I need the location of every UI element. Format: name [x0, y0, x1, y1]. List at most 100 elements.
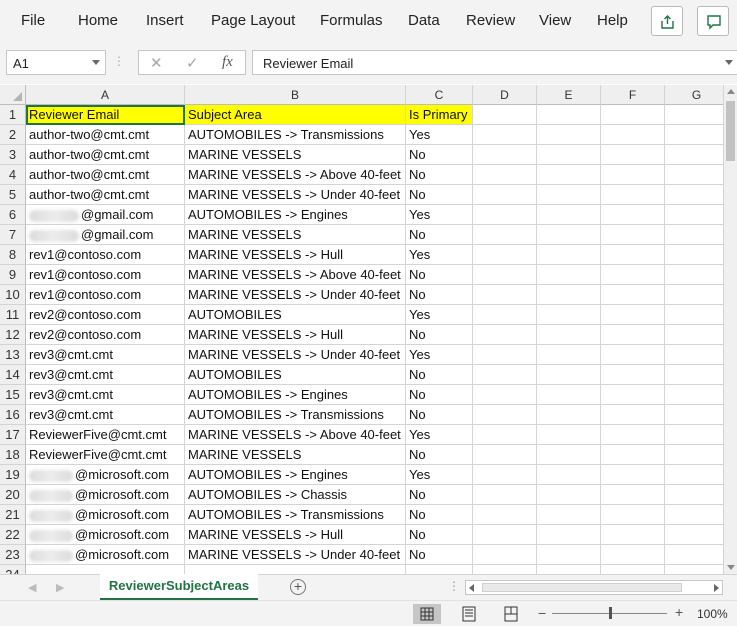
- cell-empty[interactable]: [665, 385, 729, 405]
- cell-empty[interactable]: [537, 205, 601, 225]
- cell-is-primary[interactable]: No: [406, 365, 473, 385]
- vertical-scrollbar[interactable]: [723, 85, 737, 574]
- cell-empty[interactable]: [473, 485, 537, 505]
- cell-empty[interactable]: [665, 265, 729, 285]
- cell-empty[interactable]: [665, 405, 729, 425]
- cell-reviewer-email[interactable]: rev3@cmt.cmt: [26, 365, 185, 385]
- cell-empty[interactable]: [665, 545, 729, 565]
- cell-subject-area[interactable]: AUTOMOBILES -> Transmissions: [185, 505, 406, 525]
- cell-empty[interactable]: [665, 465, 729, 485]
- cell-empty[interactable]: [665, 485, 729, 505]
- cell-reviewer-email[interactable]: rev1@contoso.com: [26, 285, 185, 305]
- zoom-level[interactable]: 100%: [697, 607, 728, 621]
- cell-empty[interactable]: [601, 445, 665, 465]
- row-header[interactable]: 11: [0, 305, 26, 325]
- cell-reviewer-email[interactable]: author-two@cmt.cmt: [26, 145, 185, 165]
- horizontal-scroll-thumb[interactable]: [482, 583, 682, 592]
- cell-empty[interactable]: [473, 205, 537, 225]
- cell-reviewer-email[interactable]: @microsoft.com: [26, 465, 185, 485]
- cell-subject-area[interactable]: MARINE VESSELS -> Above 40-feet: [185, 425, 406, 445]
- menu-data[interactable]: Data: [408, 12, 440, 29]
- column-header-d[interactable]: D: [473, 85, 537, 105]
- cell-empty[interactable]: [537, 505, 601, 525]
- cell-subject-area[interactable]: MARINE VESSELS: [185, 445, 406, 465]
- row-header[interactable]: 12: [0, 325, 26, 345]
- cell-is-primary[interactable]: No: [406, 445, 473, 465]
- zoom-slider-thumb[interactable]: [609, 607, 612, 619]
- cell-empty[interactable]: [665, 525, 729, 545]
- menu-page-layout[interactable]: Page Layout: [211, 12, 295, 29]
- expand-formula-icon[interactable]: [725, 60, 733, 65]
- cell-subject-area[interactable]: MARINE VESSELS: [185, 145, 406, 165]
- next-sheet-icon[interactable]: ▶: [56, 581, 64, 594]
- column-header-e[interactable]: E: [537, 85, 601, 105]
- cell-empty[interactable]: [601, 285, 665, 305]
- row-header[interactable]: 8: [0, 245, 26, 265]
- cell-empty[interactable]: [537, 185, 601, 205]
- cell-subject-area[interactable]: AUTOMOBILES: [185, 365, 406, 385]
- cell-is-primary[interactable]: No: [406, 285, 473, 305]
- cell-is-primary[interactable]: Yes: [406, 345, 473, 365]
- cell-reviewer-email[interactable]: author-two@cmt.cmt: [26, 185, 185, 205]
- name-box[interactable]: A1: [6, 50, 106, 75]
- vertical-scroll-thumb[interactable]: [726, 101, 735, 161]
- column-header-f[interactable]: F: [601, 85, 665, 105]
- cell-subject-area[interactable]: MARINE VESSELS -> Under 40-feet: [185, 345, 406, 365]
- cell-empty[interactable]: [601, 565, 665, 574]
- cell-empty[interactable]: [665, 325, 729, 345]
- row-header[interactable]: 9: [0, 265, 26, 285]
- cell-subject-area[interactable]: MARINE VESSELS -> Under 40-feet: [185, 185, 406, 205]
- cell-empty[interactable]: [665, 425, 729, 445]
- cell-empty[interactable]: [601, 525, 665, 545]
- insert-function-icon[interactable]: fx: [222, 54, 233, 71]
- header-cell-is-primary[interactable]: Is Primary: [406, 105, 473, 125]
- row-header[interactable]: 13: [0, 345, 26, 365]
- menu-help[interactable]: Help: [597, 12, 628, 29]
- cell-is-primary[interactable]: Yes: [406, 245, 473, 265]
- cell-is-primary[interactable]: No: [406, 325, 473, 345]
- row-header[interactable]: 22: [0, 525, 26, 545]
- cell-subject-area[interactable]: AUTOMOBILES -> Engines: [185, 465, 406, 485]
- cell-empty[interactable]: [665, 245, 729, 265]
- column-header-b[interactable]: B: [185, 85, 406, 105]
- enter-icon[interactable]: ✓: [186, 54, 199, 72]
- cell-empty[interactable]: [473, 505, 537, 525]
- cell-empty[interactable]: [473, 125, 537, 145]
- cell-is-primary[interactable]: No: [406, 145, 473, 165]
- cell-empty[interactable]: [473, 425, 537, 445]
- cell-subject-area[interactable]: MARINE VESSELS -> Under 40-feet: [185, 285, 406, 305]
- cell-empty[interactable]: [537, 485, 601, 505]
- row-header[interactable]: 4: [0, 165, 26, 185]
- zoom-in-button[interactable]: +: [675, 604, 683, 620]
- cell-empty[interactable]: [473, 405, 537, 425]
- formula-input[interactable]: Reviewer Email: [252, 50, 737, 75]
- cell-is-primary[interactable]: Yes: [406, 305, 473, 325]
- cell-reviewer-email[interactable]: author-two@cmt.cmt: [26, 165, 185, 185]
- cell-reviewer-email[interactable]: @microsoft.com: [26, 485, 185, 505]
- share-button[interactable]: [651, 6, 683, 36]
- cell-empty[interactable]: [665, 145, 729, 165]
- cell-empty[interactable]: [473, 345, 537, 365]
- cell-reviewer-email[interactable]: @microsoft.com: [26, 545, 185, 565]
- prev-sheet-icon[interactable]: ◀: [28, 581, 36, 594]
- menu-view[interactable]: View: [539, 12, 571, 29]
- cell-empty[interactable]: [473, 305, 537, 325]
- row-header[interactable]: 16: [0, 405, 26, 425]
- cell-empty[interactable]: [601, 505, 665, 525]
- cell-empty[interactable]: [601, 205, 665, 225]
- row-header[interactable]: 10: [0, 285, 26, 305]
- menu-home[interactable]: Home: [78, 12, 118, 29]
- cell-empty[interactable]: [601, 305, 665, 325]
- cell-reviewer-email[interactable]: ReviewerFive@cmt.cmt: [26, 425, 185, 445]
- cell-empty[interactable]: [601, 185, 665, 205]
- cell-empty[interactable]: [537, 325, 601, 345]
- cell-is-primary[interactable]: No: [406, 545, 473, 565]
- cell-empty[interactable]: [601, 465, 665, 485]
- cell-empty[interactable]: [537, 425, 601, 445]
- column-header-a[interactable]: A: [26, 85, 185, 105]
- row-header[interactable]: 6: [0, 205, 26, 225]
- comments-button[interactable]: [697, 6, 729, 36]
- cell-empty[interactable]: [537, 285, 601, 305]
- menu-review[interactable]: Review: [466, 12, 515, 29]
- cell-is-primary[interactable]: No: [406, 405, 473, 425]
